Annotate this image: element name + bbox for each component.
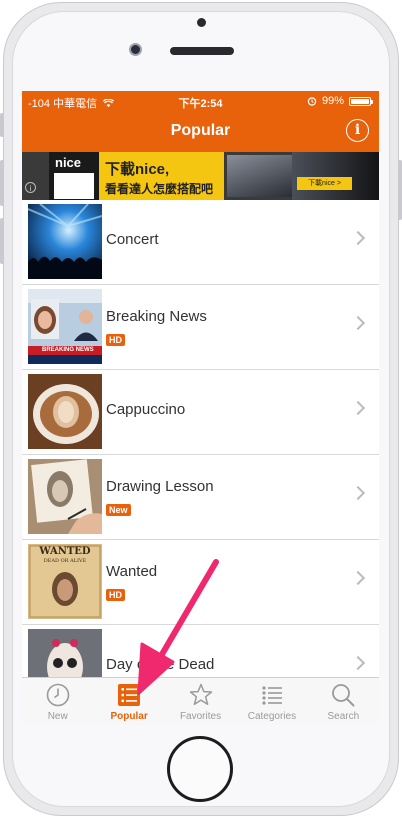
battery-level [351,98,369,104]
news-banner-text: BREAKING NEWS [42,347,94,353]
chevron-right-icon [350,230,366,246]
thumbnail-wanted: WANTED DEAD OR ALIVE [28,544,102,619]
list-item[interactable]: Cappuccino [22,370,379,455]
clock-icon [46,683,70,707]
page-title: Popular [170,122,231,139]
thumbnail-concert [28,204,102,279]
alarm-icon [307,97,317,106]
ad-logo-block [54,173,94,199]
ad-logo: nice [49,152,99,200]
ad-photo-model-2 [292,152,379,200]
tab-label: New [47,711,68,722]
mute-switch [0,113,4,137]
tab-search[interactable]: Search [308,678,379,725]
item-title: Wanted [106,563,158,580]
template-list: Concert BREAKING NEWS Breaking News HD C… [22,200,379,710]
tab-label: Search [327,711,360,722]
info-icon[interactable]: i [346,119,369,142]
ad-info-icon[interactable]: i [25,182,36,193]
ad-subline: 看看達人怎麼搭配吧 [105,182,214,196]
new-badge: New [106,504,131,516]
earpiece-speaker [170,47,234,55]
tab-new[interactable]: New [22,678,93,725]
hd-badge: HD [106,589,125,601]
item-title: Drawing Lesson [106,478,214,495]
item-title: Concert [106,231,159,248]
ad-brand: nice [55,155,82,170]
tab-categories[interactable]: Categories [236,678,307,725]
battery-icon [349,96,373,106]
ad-photo-model [227,155,292,197]
list-item[interactable]: WANTED DEAD OR ALIVE Wanted HD [22,540,379,625]
ad-headline-block: 下載nice, 看看達人怎麼搭配吧 [99,152,224,200]
tab-popular[interactable]: Popular [93,678,164,725]
status-right: 99% [307,95,373,107]
list-item[interactable]: Concert [22,200,379,285]
item-title: Cappuccino [106,401,186,418]
item-title: Breaking News [106,308,207,325]
chevron-right-icon [350,315,366,331]
front-camera [129,43,142,56]
app-screen: -104 中華電信 下午2:54 99% Popular i i nice 下載… [22,91,379,725]
tab-label: Popular [110,711,148,722]
thumbnail-cappuccino [28,374,102,449]
earpiece-camera [197,18,206,27]
tab-bar: New Popular Favorites Categories Search [22,677,379,725]
dead-or-alive-text: DEAD OR ALIVE [43,558,87,564]
tab-favorites[interactable]: Favorites [165,678,236,725]
list-item[interactable]: BREAKING NEWS Breaking News HD [22,285,379,370]
chevron-right-icon [350,570,366,586]
thumbnail-breaking-news: BREAKING NEWS [28,289,102,364]
tab-label: Categories [247,711,297,722]
thumbnail-drawing-lesson [28,459,102,534]
volume-up-button [0,160,4,206]
hd-badge: HD [106,334,125,346]
bullet-list-icon [262,686,282,705]
ad-banner[interactable]: i nice 下載nice, 看看達人怎麼搭配吧 下載nice > [22,152,379,200]
chevron-right-icon [350,655,366,671]
ad-headline: 下載nice, [105,161,170,178]
battery-tip [371,99,373,104]
star-icon [189,683,212,706]
power-button [398,160,402,220]
tab-label: Favorites [179,711,222,722]
home-button[interactable] [167,736,233,802]
status-bar: -104 中華電信 下午2:54 99% [22,91,379,112]
list-icon [118,684,141,706]
volume-down-button [0,218,4,264]
item-title: Day of the Dead [106,656,215,673]
battery-percent: 99% [321,95,344,107]
search-icon [332,684,355,707]
chevron-right-icon [350,485,366,501]
wanted-text: WANTED [39,546,91,557]
navigation-bar: Popular i [22,112,379,152]
chevron-right-icon [350,400,366,416]
ad-cta-button[interactable]: 下載nice > [297,177,352,190]
list-item[interactable]: Drawing Lesson New [22,455,379,540]
